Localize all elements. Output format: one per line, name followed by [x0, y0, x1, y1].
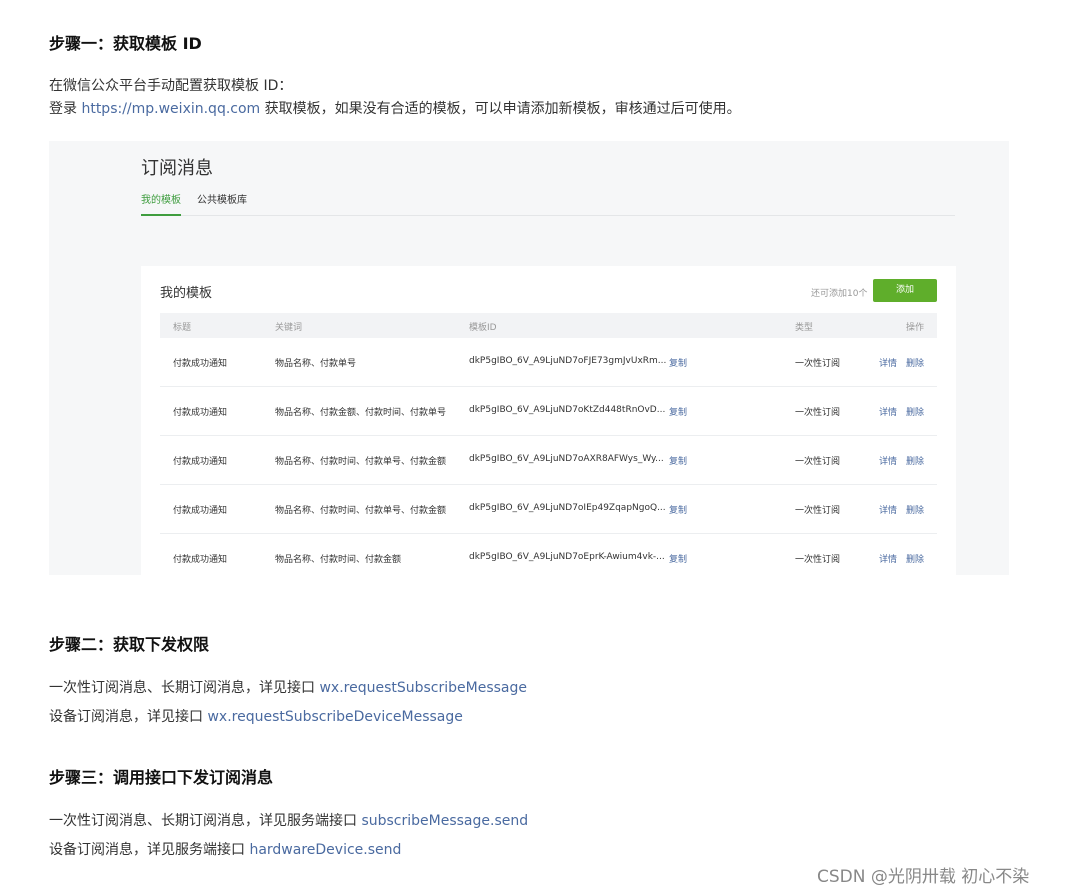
mp-weixin-link[interactable]: https://mp.weixin.qq.com: [81, 101, 260, 117]
screenshot-tabs: 我的模板 公共模板库: [141, 194, 955, 216]
subscribe-message-send-link[interactable]: subscribeMessage.send: [361, 813, 528, 829]
my-templates-card: 我的模板 还可添加10个 添加 标题 关键词 模板ID 类型 操作 付款成功通知…: [141, 266, 956, 575]
row-title: 付款成功通知: [173, 457, 228, 467]
row-keywords: 物品名称、付款时间、付款单号、付款金额: [275, 457, 447, 467]
row-template-id: dkP5gIBO_6V_A9LjuND7oEprK-Awium4vk-...: [469, 552, 665, 562]
detail-link[interactable]: 详情: [879, 356, 897, 369]
detail-link[interactable]: 详情: [879, 503, 897, 516]
row-keywords: 物品名称、付款单号: [275, 359, 357, 369]
step3-line2-text: 设备订阅消息，详见服务端接口: [49, 842, 250, 858]
row-title: 付款成功通知: [173, 506, 228, 516]
card-title: 我的模板: [160, 286, 213, 301]
delete-link[interactable]: 删除: [906, 454, 924, 467]
screenshot-title: 订阅消息: [141, 158, 213, 179]
row-template-id: dkP5gIBO_6V_A9LjuND7oAXR8AFWys_Wy...: [469, 454, 664, 464]
column-title: 标题: [173, 323, 192, 333]
row-keywords: 物品名称、付款金额、付款时间、付款单号: [275, 408, 447, 418]
table-row: 付款成功通知 物品名称、付款单号 dkP5gIBO_6V_A9LjuND7oFJ…: [160, 338, 937, 387]
hardware-device-send-link[interactable]: hardwareDevice.send: [249, 842, 401, 858]
row-keywords: 物品名称、付款时间、付款金额: [275, 555, 402, 565]
copy-link[interactable]: 复制: [669, 454, 687, 467]
step1-heading: 步骤一：获取模板 ID: [49, 34, 202, 53]
step2-line1-text: 一次性订阅消息、长期订阅消息，详见接口: [49, 680, 320, 696]
step3-heading: 步骤三：调用接口下发订阅消息: [49, 768, 274, 787]
row-template-id: dkP5gIBO_6V_A9LjuND7oIEp49ZqapNgoQ...: [469, 503, 666, 513]
row-title: 付款成功通知: [173, 555, 228, 565]
step3-line2: 设备订阅消息，详见服务端接口 hardwareDevice.send: [49, 840, 401, 860]
row-template-id: dkP5gIBO_6V_A9LjuND7oKtZd448tRnOvD...: [469, 405, 666, 415]
delete-link[interactable]: 删除: [906, 503, 924, 516]
detail-link[interactable]: 详情: [879, 552, 897, 565]
row-template-id: dkP5gIBO_6V_A9LjuND7oFJE73gmJvUxRm...: [469, 356, 667, 366]
step3-line1-text: 一次性订阅消息、长期订阅消息，详见服务端接口: [49, 813, 362, 829]
delete-link[interactable]: 删除: [906, 356, 924, 369]
step2-line2: 设备订阅消息，详见接口 wx.requestSubscribeDeviceMes…: [49, 707, 463, 727]
detail-link[interactable]: 详情: [879, 454, 897, 467]
csdn-watermark: CSDN @光阴卅载 初心不染: [817, 867, 1030, 887]
add-template-button[interactable]: 添加: [873, 279, 937, 302]
table-row: 付款成功通知 物品名称、付款时间、付款单号、付款金额 dkP5gIBO_6V_A…: [160, 436, 937, 485]
row-type: 一次性订阅: [795, 457, 841, 467]
row-type: 一次性订阅: [795, 555, 841, 565]
table-row: 付款成功通知 物品名称、付款时间、付款金额 dkP5gIBO_6V_A9LjuN…: [160, 534, 937, 575]
delete-link[interactable]: 删除: [906, 552, 924, 565]
row-type: 一次性订阅: [795, 408, 841, 418]
delete-link[interactable]: 删除: [906, 405, 924, 418]
step2-heading: 步骤二：获取下发权限: [49, 635, 210, 654]
row-type: 一次性订阅: [795, 359, 841, 369]
copy-link[interactable]: 复制: [669, 552, 687, 565]
column-type: 类型: [795, 323, 814, 333]
row-keywords: 物品名称、付款时间、付款单号、付款金额: [275, 506, 447, 516]
step1-line2-prefix: 登录: [49, 101, 82, 117]
step1-line1: 在微信公众平台手动配置获取模板 ID：: [49, 78, 293, 94]
row-title: 付款成功通知: [173, 359, 228, 369]
step2-line1: 一次性订阅消息、长期订阅消息，详见接口 wx.requestSubscribeM…: [49, 678, 527, 698]
request-subscribe-device-message-link[interactable]: wx.requestSubscribeDeviceMessage: [207, 709, 462, 725]
table-header: 标题 关键词 模板ID 类型 操作: [160, 313, 937, 338]
copy-link[interactable]: 复制: [669, 356, 687, 369]
subscribe-message-screenshot: 订阅消息 我的模板 公共模板库 我的模板 还可添加10个 添加 标题 关键词 模…: [49, 141, 1009, 575]
tab-my-templates[interactable]: 我的模板: [141, 194, 181, 216]
column-actions: 操作: [906, 323, 925, 333]
table-row: 付款成功通知 物品名称、付款金额、付款时间、付款单号 dkP5gIBO_6V_A…: [160, 387, 937, 436]
step1-line2: 登录 https://mp.weixin.qq.com 获取模板，如果没有合适的…: [49, 99, 741, 119]
row-type: 一次性订阅: [795, 506, 841, 516]
copy-link[interactable]: 复制: [669, 405, 687, 418]
row-title: 付款成功通知: [173, 408, 228, 418]
remaining-hint: 还可添加10个: [811, 289, 868, 299]
step1-line2-suffix: 获取模板，如果没有合适的模板，可以申请添加新模板，审核通过后可使用。: [260, 101, 741, 117]
column-keywords: 关键词: [275, 323, 303, 333]
table-row: 付款成功通知 物品名称、付款时间、付款单号、付款金额 dkP5gIBO_6V_A…: [160, 485, 937, 534]
copy-link[interactable]: 复制: [669, 503, 687, 516]
tab-public-template-library[interactable]: 公共模板库: [197, 194, 247, 216]
step3-line1: 一次性订阅消息、长期订阅消息，详见服务端接口 subscribeMessage.…: [49, 811, 528, 831]
request-subscribe-message-link[interactable]: wx.requestSubscribeMessage: [319, 680, 527, 696]
column-template-id: 模板ID: [469, 323, 497, 333]
step2-line2-text: 设备订阅消息，详见接口: [49, 709, 208, 725]
detail-link[interactable]: 详情: [879, 405, 897, 418]
